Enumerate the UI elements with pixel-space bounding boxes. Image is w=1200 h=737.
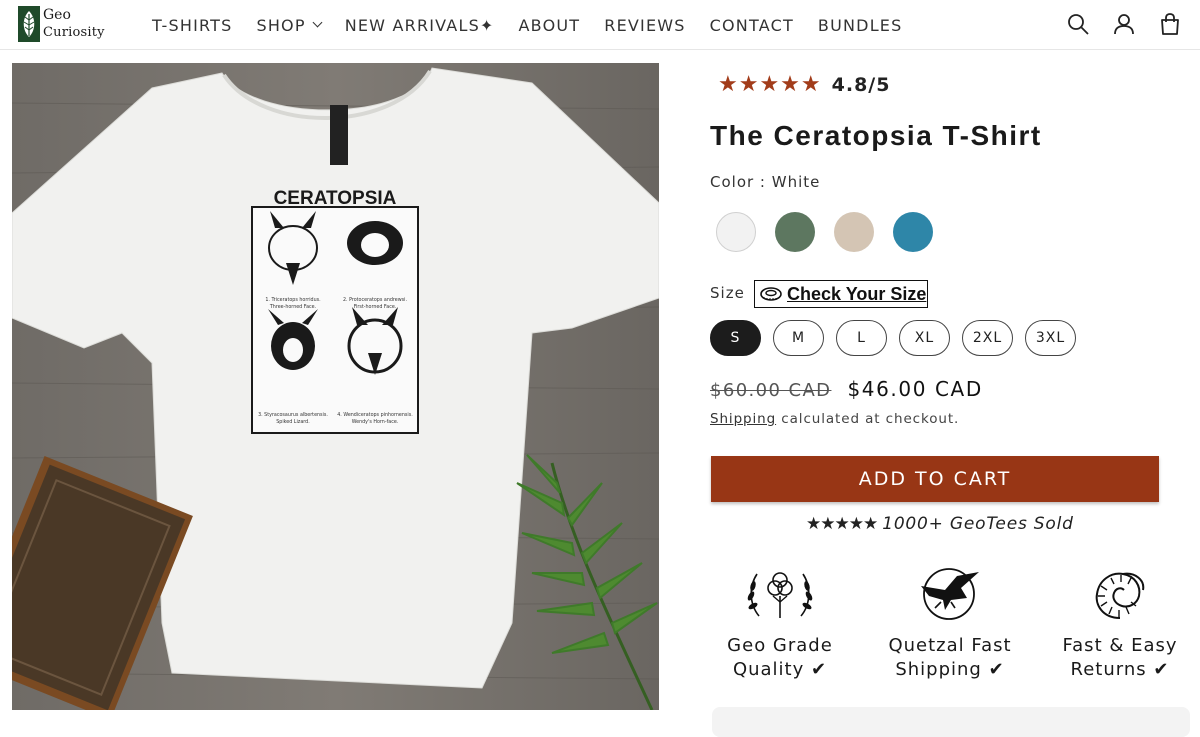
nav-item-bundles[interactable]: BUNDLES bbox=[806, 16, 915, 35]
rating-value: 4.8/5 bbox=[831, 73, 891, 96]
nav-item-tshirts[interactable]: T-SHIRTS bbox=[140, 16, 244, 35]
feature-line: Geo Grade bbox=[727, 635, 833, 656]
feature-quality: Geo Grade Quality ✔ bbox=[700, 566, 860, 682]
compare-at-price: $60.00 CAD bbox=[710, 380, 832, 401]
nav-item-label: CONTACT bbox=[709, 15, 794, 35]
sold-count: ★★★★★ 1000+ GeoTees Sold bbox=[806, 514, 1074, 534]
product-image[interactable]: CERATOPSIA 1. Triceratops horridus. Thre… bbox=[12, 63, 659, 710]
print-caption: Wendy's Horn-face. bbox=[352, 419, 399, 425]
shirt-print-title: CERATOPSIA bbox=[274, 188, 397, 209]
feature-line: Quetzal Fast bbox=[888, 635, 1012, 656]
shipping-link[interactable]: Shipping bbox=[710, 411, 776, 427]
feature-shipping: Quetzal Fast Shipping ✔ bbox=[870, 566, 1030, 682]
ammonite-icon bbox=[1085, 566, 1155, 622]
print-caption: 2. Protoceratops andrewsi. bbox=[343, 297, 407, 303]
swatch-green[interactable] bbox=[775, 212, 815, 252]
tape-measure-icon bbox=[760, 287, 782, 301]
brand-wordmark: Geo Curiosity bbox=[43, 7, 105, 41]
feature-label: Fast & Easy Returns ✔ bbox=[1040, 634, 1200, 682]
price-row: $60.00 CAD $46.00 CAD bbox=[710, 377, 983, 401]
size-guide-button[interactable]: Check Your Size bbox=[754, 280, 928, 308]
leaf-logo-icon bbox=[18, 6, 40, 42]
print-caption: 1. Triceratops horridus. bbox=[265, 297, 320, 303]
nav-item-shop[interactable]: SHOP bbox=[244, 16, 332, 35]
size-option-2xl[interactable]: 2XL bbox=[962, 320, 1013, 356]
nav-item-label: SHOP bbox=[256, 15, 306, 35]
site-header: Geo Curiosity T-SHIRTS SHOP NEW ARRIVALS… bbox=[0, 0, 1200, 50]
product-title: The Ceratopsia T-Shirt bbox=[710, 120, 1042, 151]
sold-stars-icon: ★★★★★ bbox=[806, 514, 878, 534]
size-guide-label: Check Your Size bbox=[787, 283, 927, 304]
brand-logo[interactable]: Geo Curiosity bbox=[18, 6, 110, 42]
account-icon[interactable] bbox=[1110, 10, 1138, 38]
nav-item-label: ABOUT bbox=[518, 15, 581, 35]
cart-icon[interactable] bbox=[1156, 10, 1184, 38]
swatch-teal[interactable] bbox=[893, 212, 933, 252]
color-label: Color : White bbox=[710, 173, 821, 191]
feature-label: Geo Grade Quality ✔ bbox=[700, 634, 860, 682]
nav-item-reviews[interactable]: REVIEWS bbox=[592, 16, 697, 35]
feature-line: Shipping ✔ bbox=[895, 659, 1005, 680]
shipping-text: calculated at checkout. bbox=[781, 411, 960, 427]
swatch-white[interactable] bbox=[716, 212, 756, 252]
size-option-l[interactable]: L bbox=[836, 320, 887, 356]
add-to-cart-button[interactable]: ADD TO CART bbox=[711, 456, 1159, 502]
size-label: Size bbox=[710, 284, 745, 302]
brand-line-2: Curiosity bbox=[43, 25, 105, 40]
sale-price: $46.00 CAD bbox=[847, 377, 983, 401]
color-swatches bbox=[716, 212, 933, 252]
size-option-xl[interactable]: XL bbox=[899, 320, 950, 356]
print-caption: Three-horned Face. bbox=[269, 304, 316, 310]
size-option-m[interactable]: M bbox=[773, 320, 824, 356]
feature-line: Fast & Easy bbox=[1062, 635, 1178, 656]
nav-item-label: BUNDLES bbox=[817, 15, 903, 35]
nav-item-about[interactable]: ABOUT bbox=[507, 16, 593, 35]
size-option-s[interactable]: S bbox=[710, 320, 761, 356]
header-actions bbox=[1064, 10, 1184, 38]
chevron-down-icon bbox=[312, 17, 323, 27]
size-options: S M L XL 2XL 3XL bbox=[710, 320, 1076, 356]
swatch-sand[interactable] bbox=[834, 212, 874, 252]
print-caption: 3. Styracosaurus albertensis. bbox=[258, 412, 328, 418]
search-icon[interactable] bbox=[1064, 10, 1092, 38]
nav-item-new-arrivals[interactable]: NEW ARRIVALS✦ bbox=[333, 16, 507, 35]
feature-line: Returns ✔ bbox=[1070, 659, 1170, 680]
print-caption: Spiked Lizard. bbox=[276, 419, 309, 425]
brand-line-1: Geo bbox=[43, 7, 71, 23]
feature-label: Quetzal Fast Shipping ✔ bbox=[870, 634, 1030, 682]
shipping-note: Shipping calculated at checkout. bbox=[710, 411, 959, 427]
print-caption: 4. Wendiceratops pinhornensis. bbox=[337, 412, 413, 418]
rating-row[interactable]: ★★★★★ 4.8/5 bbox=[718, 72, 890, 97]
pterosaur-icon bbox=[915, 566, 985, 622]
nav-item-label: T-SHIRTS bbox=[152, 15, 233, 35]
sold-text: 1000+ GeoTees Sold bbox=[882, 514, 1074, 534]
main-nav: T-SHIRTS SHOP NEW ARRIVALS✦ ABOUT REVIEW… bbox=[140, 0, 914, 50]
feature-returns: Fast & Easy Returns ✔ bbox=[1040, 566, 1200, 682]
print-caption: First-horned Face. bbox=[354, 304, 397, 310]
bottom-panel bbox=[712, 707, 1190, 737]
nav-item-label: REVIEWS bbox=[604, 15, 686, 35]
nav-item-contact[interactable]: CONTACT bbox=[698, 16, 806, 35]
rating-stars-icon: ★★★★★ bbox=[718, 72, 822, 97]
feature-line: Quality ✔ bbox=[732, 659, 828, 680]
size-option-3xl[interactable]: 3XL bbox=[1025, 320, 1076, 356]
cotton-wreath-icon bbox=[745, 566, 815, 622]
nav-item-label: NEW ARRIVALS✦ bbox=[344, 15, 495, 35]
